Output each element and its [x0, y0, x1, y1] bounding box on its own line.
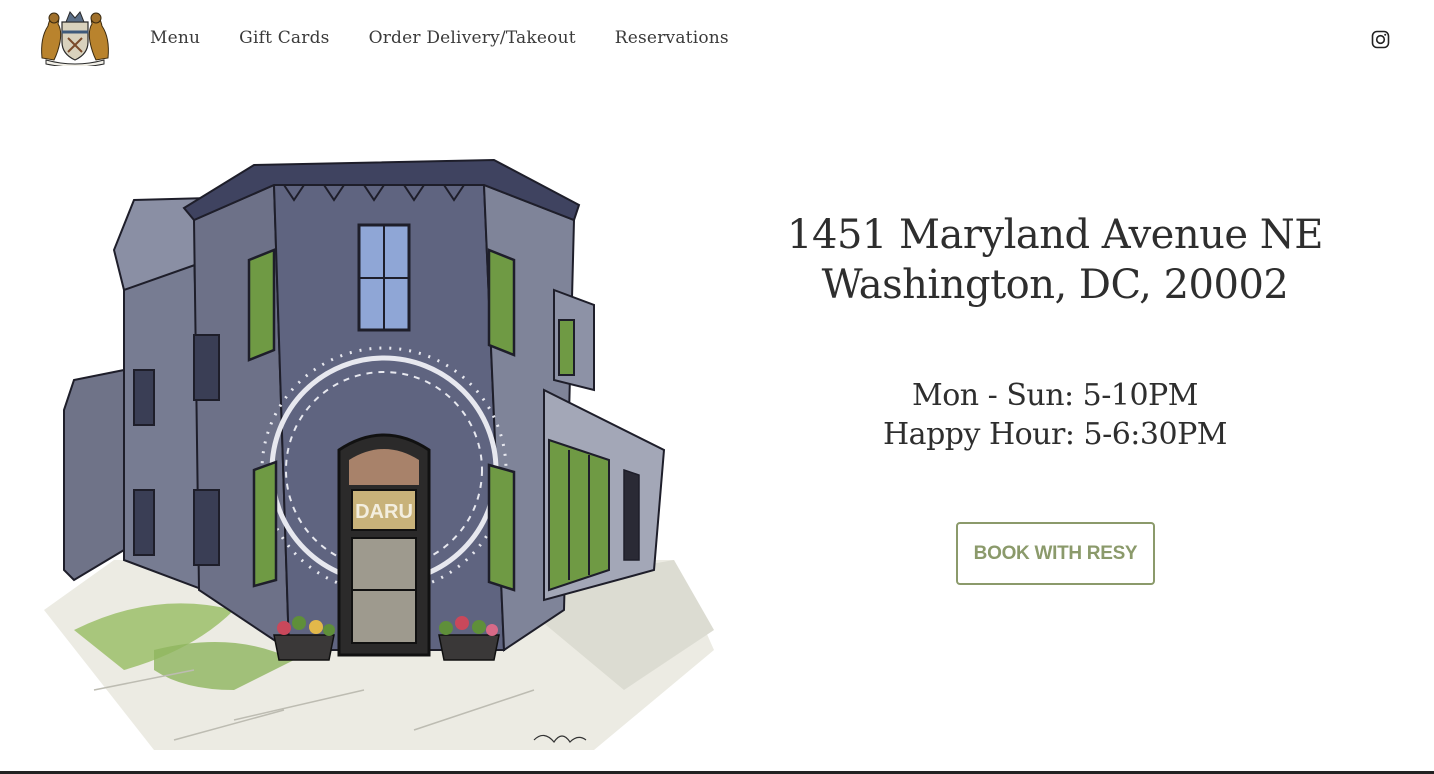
address-city: Washington, DC, 20002: [821, 262, 1289, 308]
book-with-resy-button[interactable]: BOOK WITH RESY: [956, 522, 1155, 585]
restaurant-building-illustration: DARU: [34, 90, 714, 770]
main-nav: Menu Gift Cards Order Delivery/Takeout R…: [150, 28, 729, 48]
storefront-sign: DARU: [355, 501, 413, 523]
nav-gift-cards-link[interactable]: Gift Cards: [239, 28, 329, 48]
address: 1451 Maryland Avenue NE Washington, DC, …: [760, 210, 1350, 310]
nav-order-delivery-link[interactable]: Order Delivery/Takeout: [369, 28, 576, 48]
nav-menu-link[interactable]: Menu: [150, 28, 200, 48]
address-street: 1451 Maryland Avenue NE: [787, 212, 1323, 258]
hours-regular: Mon - Sun: 5-10PM: [912, 378, 1198, 413]
instagram-icon[interactable]: [1371, 30, 1390, 49]
opening-hours: Mon - Sun: 5-10PM Happy Hour: 5-6:30PM: [760, 376, 1350, 454]
crest-logo-icon[interactable]: [38, 8, 112, 68]
nav-reservations-link[interactable]: Reservations: [615, 28, 729, 48]
site-header: Menu Gift Cards Order Delivery/Takeout R…: [0, 0, 1434, 80]
hours-happy-hour: Happy Hour: 5-6:30PM: [883, 417, 1227, 452]
location-info: 1451 Maryland Avenue NE Washington, DC, …: [760, 210, 1350, 585]
